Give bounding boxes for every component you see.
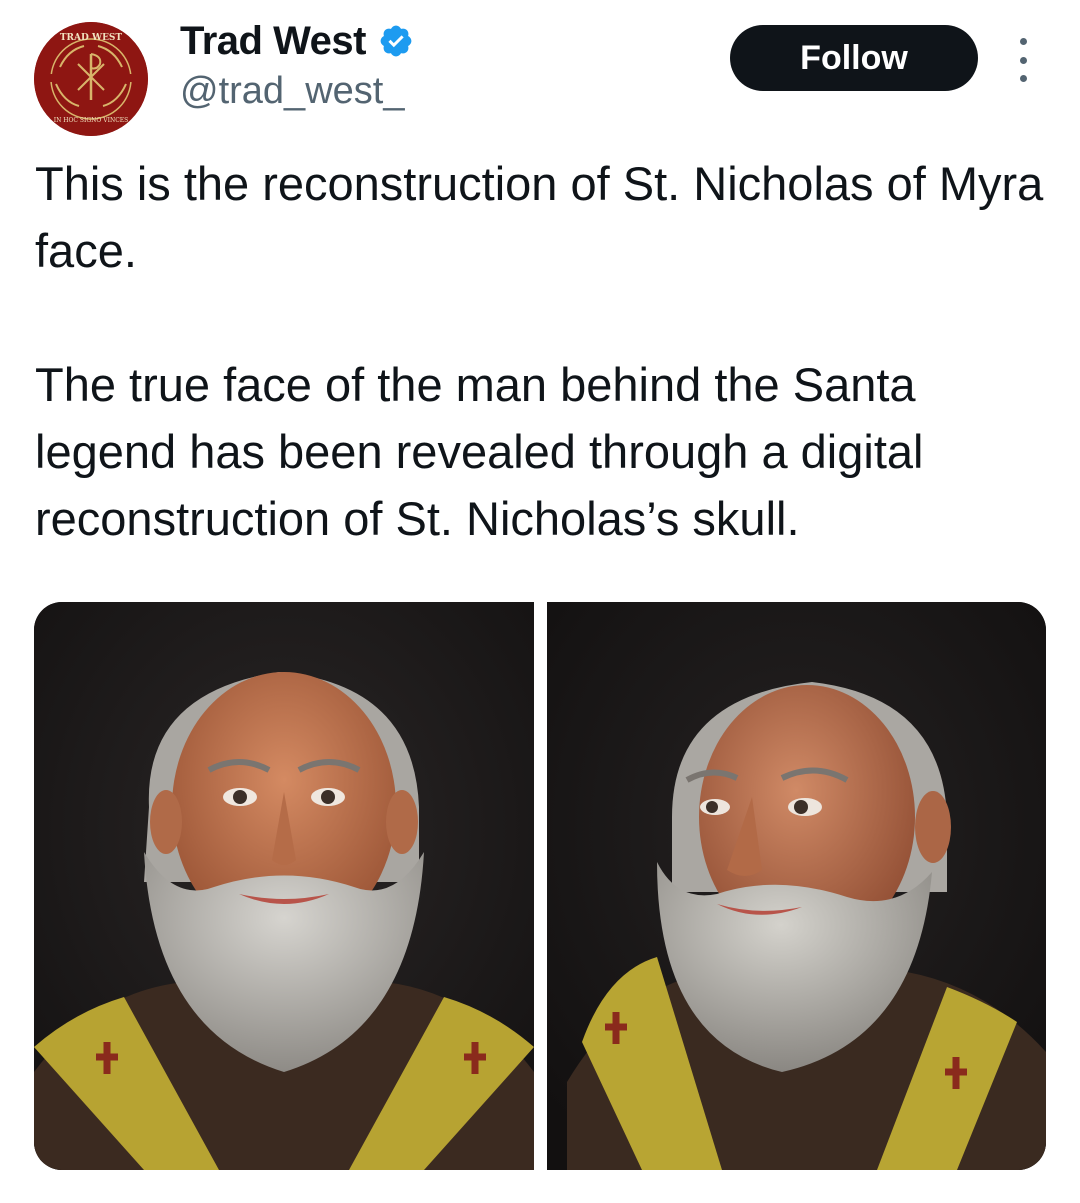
reconstruction-side-image — [547, 602, 1046, 1170]
author-handle[interactable]: @trad_west_ — [180, 66, 404, 116]
avatar[interactable]: TRAD WEST IN HOC SIGNO VINCES — [34, 22, 148, 136]
reconstruction-front-image — [34, 602, 534, 1170]
avatar-text-bottom: IN HOC SIGNO VINCES — [54, 117, 129, 124]
tweet-paragraph-2: The true face of the man behind the Sant… — [35, 358, 924, 545]
more-options-icon[interactable] — [1008, 38, 1038, 82]
tweet-image-three-quarter[interactable] — [547, 602, 1046, 1170]
more-dot — [1019, 56, 1027, 64]
author-name-row[interactable]: Trad West — [180, 16, 414, 66]
avatar-text-top: TRAD WEST — [60, 33, 123, 43]
avatar-emblem-icon: TRAD WEST IN HOC SIGNO VINCES — [34, 22, 148, 136]
more-dot — [1019, 38, 1027, 45]
tweet-image-front[interactable] — [34, 602, 534, 1170]
tweet-text: This is the reconstruction of St. Nichol… — [35, 150, 1055, 552]
follow-button[interactable]: Follow — [730, 25, 978, 91]
more-dot — [1019, 75, 1027, 82]
author-display-name[interactable]: Trad West — [180, 16, 366, 66]
tweet-paragraph-1: This is the reconstruction of St. Nichol… — [35, 157, 1044, 277]
verified-badge-icon — [380, 25, 412, 57]
